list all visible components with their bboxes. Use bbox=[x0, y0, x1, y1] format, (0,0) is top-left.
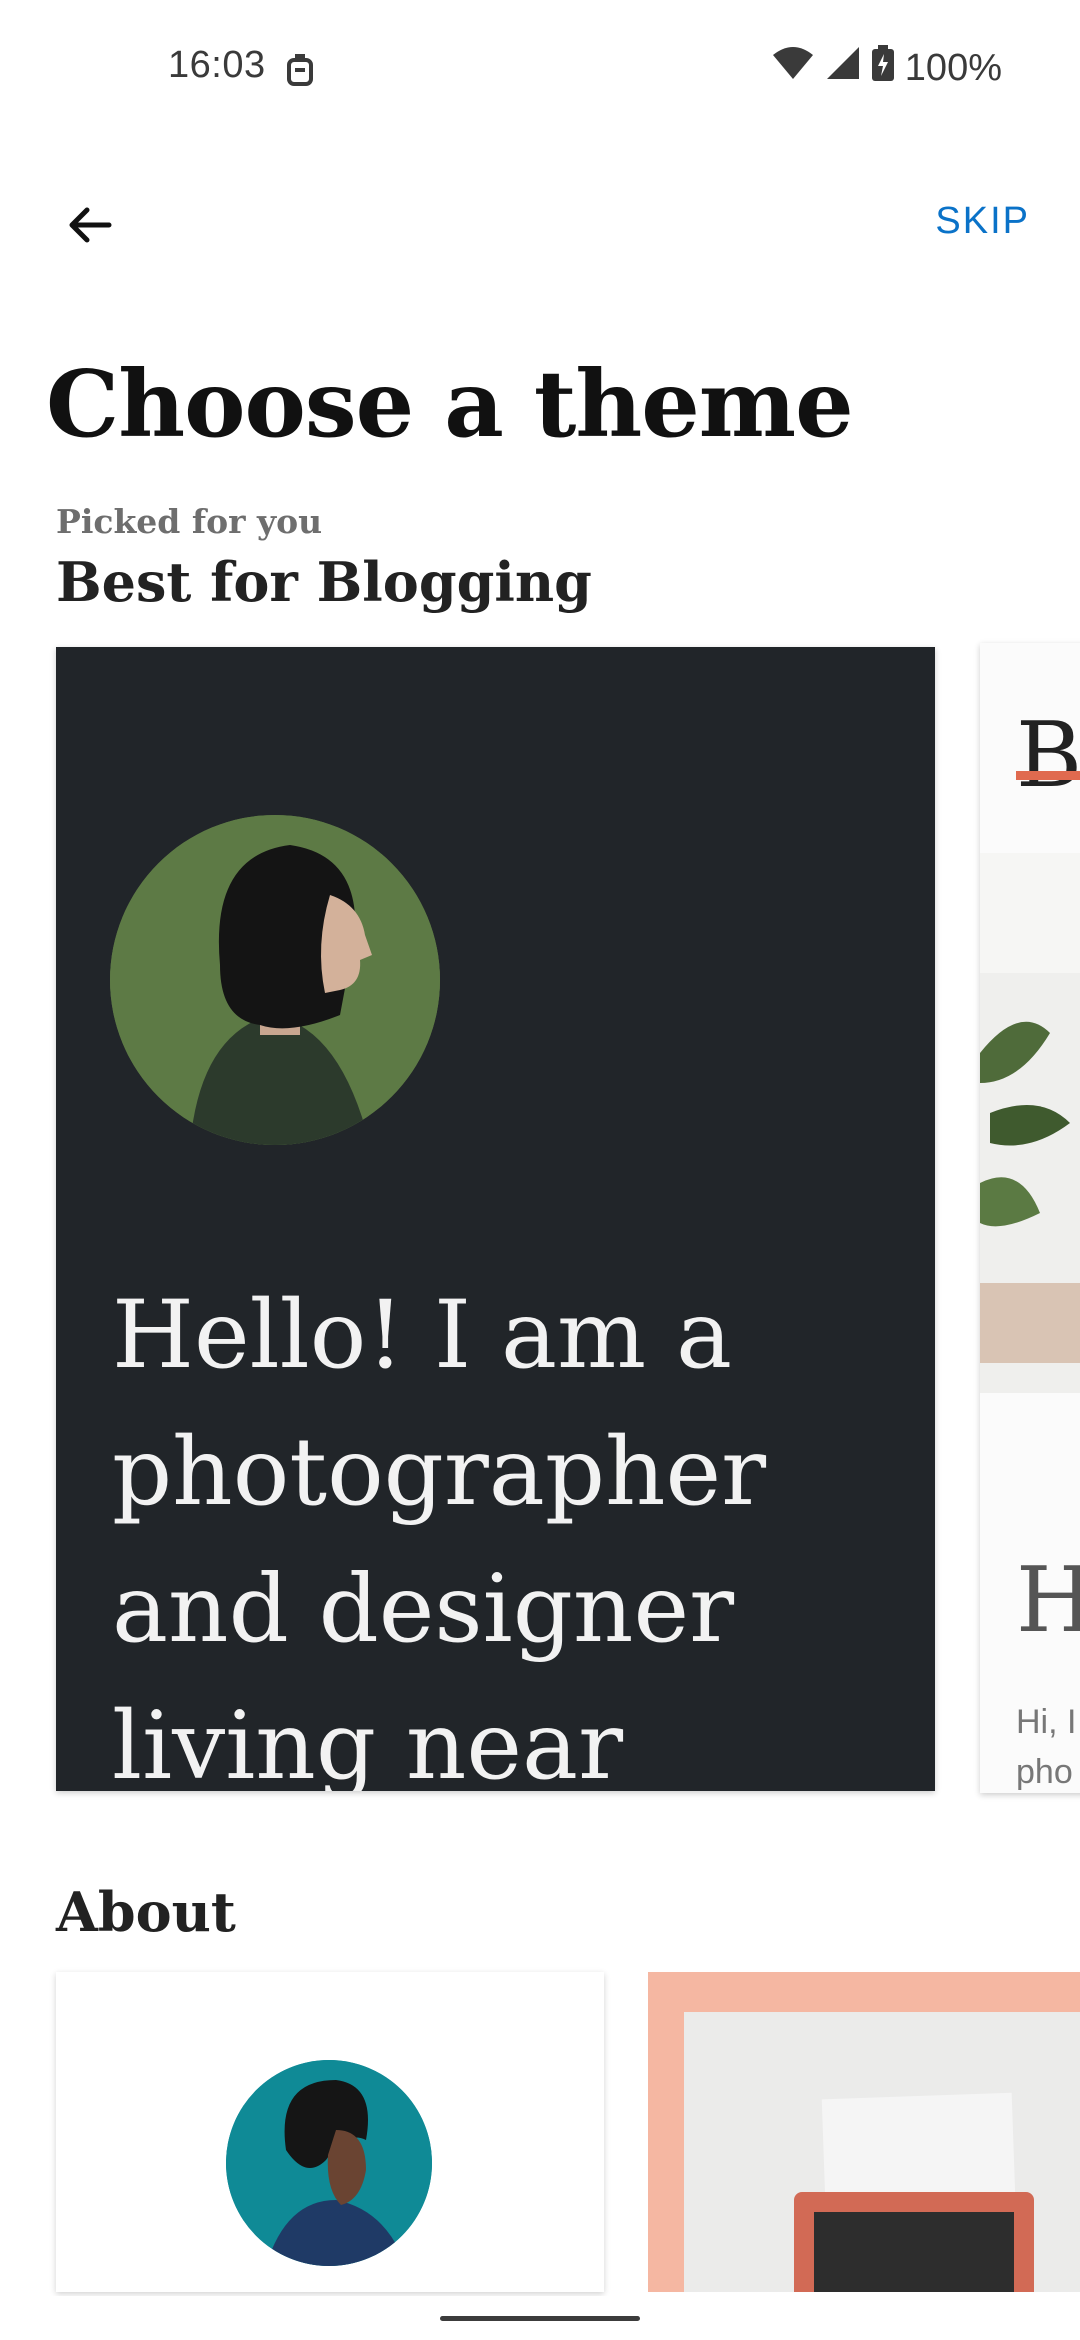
about-theme-card-2[interactable] bbox=[648, 1972, 1080, 2292]
theme-card-text: Hello! I am a photographer and designer … bbox=[112, 1281, 767, 1791]
plant-photo bbox=[980, 853, 1080, 1393]
theme-logo-fragment: BO bbox=[1016, 703, 1080, 808]
about-section-heading: About bbox=[56, 1880, 236, 1944]
accent-underline bbox=[1016, 771, 1080, 780]
battery-icon bbox=[871, 44, 895, 92]
about-theme-card-1[interactable] bbox=[56, 1972, 604, 2292]
typewriter-photo bbox=[684, 2012, 1080, 2292]
theme-heading-fragment: H bbox=[1016, 1548, 1080, 1653]
skip-button[interactable]: SKIP bbox=[935, 200, 1030, 243]
theme-card-next[interactable]: BO H Hi, I pho bbox=[980, 643, 1080, 1793]
section-heading: Best for Blogging bbox=[56, 550, 592, 614]
signal-icon bbox=[825, 45, 861, 91]
notification-icon bbox=[285, 52, 315, 93]
home-gesture-handle[interactable] bbox=[440, 2316, 640, 2321]
page-title: Choose a theme bbox=[46, 350, 854, 458]
wifi-icon bbox=[771, 45, 815, 91]
section-subheading: Picked for you bbox=[56, 502, 323, 541]
back-button[interactable] bbox=[50, 185, 130, 265]
profile-photo bbox=[110, 815, 440, 1145]
theme-card-featured[interactable]: Hello! I am a photographer and designer … bbox=[56, 647, 935, 1791]
theme-text-fragment: Hi, I pho bbox=[1016, 1703, 1077, 1791]
status-icons: 100% bbox=[771, 44, 1002, 92]
profile-photo bbox=[226, 2060, 432, 2266]
arrow-left-icon bbox=[69, 207, 112, 243]
battery-text: 100% bbox=[904, 46, 1002, 89]
status-time: 16:03 bbox=[168, 44, 266, 86]
